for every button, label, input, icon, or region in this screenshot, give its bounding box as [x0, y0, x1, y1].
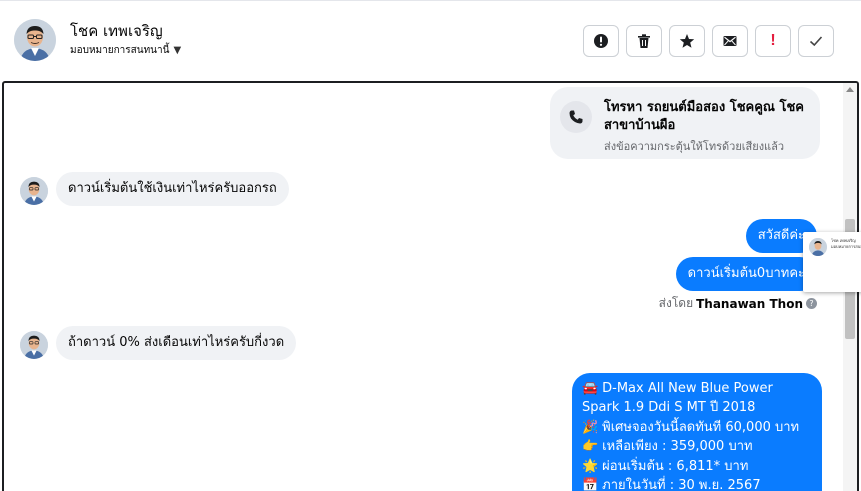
calendar-icon: 📅 [582, 478, 599, 491]
done-button[interactable] [798, 25, 834, 57]
conversation-header: โชค เทพเจริญ มอบหมายการสนทนานี้ ▼ ! [0, 0, 861, 81]
sender-avatar[interactable] [20, 177, 48, 205]
contact-avatar[interactable] [14, 19, 56, 61]
incoming-message[interactable]: ถ้าดาวน์ 0% ส่งเดือนเท่าไหร่ครับกี่งวด [56, 326, 297, 360]
scroll-up-arrow-icon[interactable] [846, 87, 854, 92]
sent-by-prefix: ส่งโดย [658, 296, 694, 310]
delete-button[interactable] [626, 25, 662, 57]
phone-icon [560, 101, 592, 133]
caret-down-icon: ▼ [173, 45, 182, 56]
person-avatar-icon [20, 177, 48, 205]
offer-line: 🎉 พิเศษจองวันนี้ลดทันที 60,000 บาท [582, 418, 812, 437]
hover-preview-popup: โชค เทพเจริญ มอบหมายการสนทนานี้ [803, 232, 861, 292]
call-request-card: โทรหา รถยนต์มือสอง โชคคูณ โชค สาขาบ้านผื… [550, 87, 820, 159]
contact-name[interactable]: โชค เทพเจริญ [70, 19, 163, 43]
trash-icon [638, 34, 650, 48]
person-avatar-icon [14, 19, 56, 61]
pointing-hand-icon: 👉 [582, 439, 599, 455]
offer-line: 🚘 D-Max All New Blue Power [582, 379, 812, 398]
envelope-icon [723, 36, 737, 46]
car-icon: 🚘 [582, 381, 599, 396]
offer-line: 🌟 ผ่อนเริ่มต้น : 6,811* บาท [582, 457, 812, 476]
offer-line: 📅 ภายในวันที่ : 30 พ.ย. 2567 [582, 476, 812, 491]
report-button[interactable] [583, 25, 619, 57]
mark-important-button[interactable]: ! [755, 25, 791, 57]
message-thread[interactable]: โทรหา รถยนต์มือสอง โชคคูณ โชค สาขาบ้านผื… [2, 81, 859, 491]
star-icon [679, 34, 695, 48]
person-avatar-icon [809, 238, 827, 256]
offer-line: Spark 1.9 Ddi S MT ปี 2018 [582, 400, 756, 416]
sent-by-name[interactable]: Thanawan Thon [696, 297, 803, 311]
person-avatar-icon [20, 331, 48, 359]
outgoing-offer-message[interactable]: 🚘 D-Max All New Blue Power Spark 1.9 Ddi… [572, 373, 822, 491]
incoming-message[interactable]: ดาวน์เริ่มต้นใช้เงินเท่าไหร่ครับออกรถ [56, 172, 289, 206]
call-card-subtitle: ส่งข้อความกระตุ้นให้โทรด้วยเสียงแล้ว [604, 140, 785, 153]
popup-text: โชค เทพเจริญ มอบหมายการสนทนานี้ [831, 238, 861, 249]
outgoing-message[interactable]: ดาวน์เริ่มต้น0บาทคะ [675, 257, 817, 291]
exclamation-circle-icon [594, 34, 608, 48]
offer-line: 👉 เหลือเพียง : 359,000 บาท [582, 437, 812, 456]
checkmark-icon [809, 36, 823, 47]
popup-avatar [809, 238, 827, 256]
star-button[interactable] [669, 25, 705, 57]
help-icon[interactable]: ? [806, 298, 817, 309]
conversation-toolbar: ! [583, 25, 834, 57]
star-sparkle-icon: 🌟 [582, 458, 599, 474]
call-card-title: โทรหา รถยนต์มือสอง โชคคูณ โชค สาขาบ้านผื… [604, 100, 805, 133]
sender-avatar[interactable] [20, 331, 48, 359]
mark-unread-button[interactable] [712, 25, 748, 57]
assign-label: มอบหมายการสนทนานี้ [70, 45, 170, 56]
red-exclamation-icon: ! [770, 32, 776, 49]
party-icon: 🎉 [582, 419, 599, 435]
sent-by-label: ส่งโดย Thanawan Thon ? [659, 294, 817, 313]
assign-conversation-dropdown[interactable]: มอบหมายการสนทนานี้ ▼ [70, 43, 181, 58]
